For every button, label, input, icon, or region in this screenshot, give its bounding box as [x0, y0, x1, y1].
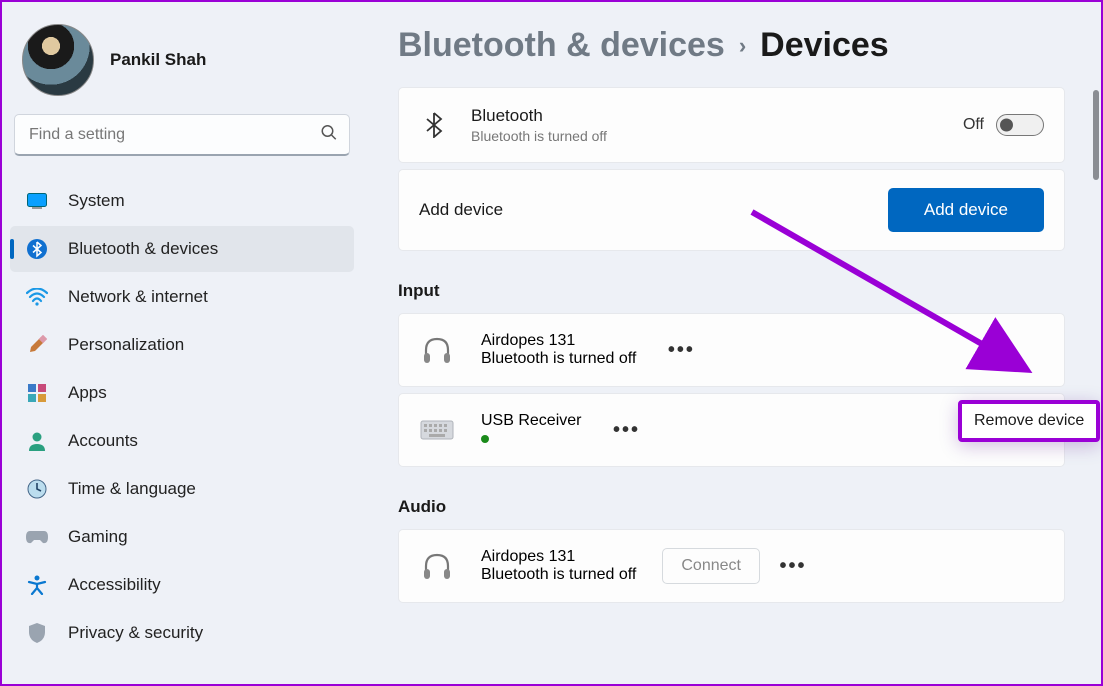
breadcrumb-parent[interactable]: Bluetooth & devices [398, 26, 725, 65]
sidebar: Pankil Shah System Bluetooth & devices N… [2, 2, 362, 684]
nav: System Bluetooth & devices Network & int… [10, 178, 354, 656]
context-menu-label: Remove device [974, 412, 1084, 429]
sidebar-item-gaming[interactable]: Gaming [10, 514, 354, 560]
bluetooth-icon [419, 112, 449, 138]
main: Bluetooth & devices › Devices Bluetooth … [362, 2, 1101, 684]
accounts-icon [26, 430, 48, 452]
bluetooth-card: Bluetooth Bluetooth is turned off Off [398, 87, 1065, 163]
time-icon [26, 478, 48, 500]
headphones-icon [419, 336, 455, 364]
sidebar-item-privacy[interactable]: Privacy & security [10, 610, 354, 656]
sidebar-item-network[interactable]: Network & internet [10, 274, 354, 320]
add-device-card: Add device Add device [398, 169, 1065, 251]
shield-icon [26, 622, 48, 644]
sidebar-item-label: Apps [68, 383, 107, 403]
sidebar-item-personalization[interactable]: Personalization [10, 322, 354, 368]
context-menu-remove[interactable]: Remove device [958, 400, 1100, 442]
device-name: Airdopes 131 [481, 548, 636, 566]
connect-button[interactable]: Connect [662, 548, 760, 584]
bluetooth-state: Off [963, 116, 984, 134]
sidebar-item-label: System [68, 191, 125, 211]
sidebar-item-label: Time & language [68, 479, 196, 499]
chevron-right-icon: › [739, 33, 746, 59]
bluetooth-sub: Bluetooth is turned off [471, 128, 941, 144]
sidebar-item-label: Personalization [68, 335, 184, 355]
bluetooth-toggle[interactable] [996, 114, 1044, 136]
bluetooth-icon [26, 238, 48, 260]
device-name: Airdopes 131 [481, 332, 636, 350]
more-button[interactable]: ••• [607, 413, 645, 447]
status-dot [481, 435, 489, 443]
avatar [22, 24, 94, 96]
sidebar-item-time[interactable]: Time & language [10, 466, 354, 512]
section-input: Input [398, 281, 1065, 301]
personalization-icon [26, 334, 48, 356]
sidebar-item-apps[interactable]: Apps [10, 370, 354, 416]
device-row-airdopes-audio: Airdopes 131 Bluetooth is turned off Con… [398, 529, 1065, 603]
bluetooth-title: Bluetooth [471, 106, 941, 126]
system-icon [26, 190, 48, 212]
add-device-label: Add device [419, 200, 866, 220]
profile[interactable]: Pankil Shah [10, 20, 354, 114]
device-name: USB Receiver [481, 412, 581, 430]
sidebar-item-label: Privacy & security [68, 623, 203, 643]
section-audio: Audio [398, 497, 1065, 517]
search-input[interactable] [14, 114, 350, 156]
sidebar-item-label: Network & internet [68, 287, 208, 307]
breadcrumb: Bluetooth & devices › Devices [398, 26, 1065, 65]
sidebar-item-label: Gaming [68, 527, 128, 547]
add-device-button[interactable]: Add device [888, 188, 1044, 232]
sidebar-item-label: Accessibility [68, 575, 161, 595]
sidebar-item-label: Accounts [68, 431, 138, 451]
sidebar-item-system[interactable]: System [10, 178, 354, 224]
sidebar-item-accounts[interactable]: Accounts [10, 418, 354, 464]
breadcrumb-current: Devices [760, 26, 889, 65]
keyboard-icon [419, 420, 455, 440]
gaming-icon [26, 526, 48, 548]
device-sub: Bluetooth is turned off [481, 566, 636, 584]
sidebar-item-bluetooth[interactable]: Bluetooth & devices [10, 226, 354, 272]
headphones-icon [419, 552, 455, 580]
accessibility-icon [26, 574, 48, 596]
profile-name: Pankil Shah [110, 50, 206, 70]
apps-icon [26, 382, 48, 404]
more-button[interactable]: ••• [662, 333, 700, 367]
device-row-airdopes: Airdopes 131 Bluetooth is turned off ••• [398, 313, 1065, 387]
scrollbar[interactable] [1093, 90, 1099, 180]
sidebar-item-label: Bluetooth & devices [68, 239, 218, 259]
more-button[interactable]: ••• [774, 549, 812, 583]
network-icon [26, 286, 48, 308]
device-sub: Bluetooth is turned off [481, 350, 636, 368]
sidebar-item-accessibility[interactable]: Accessibility [10, 562, 354, 608]
